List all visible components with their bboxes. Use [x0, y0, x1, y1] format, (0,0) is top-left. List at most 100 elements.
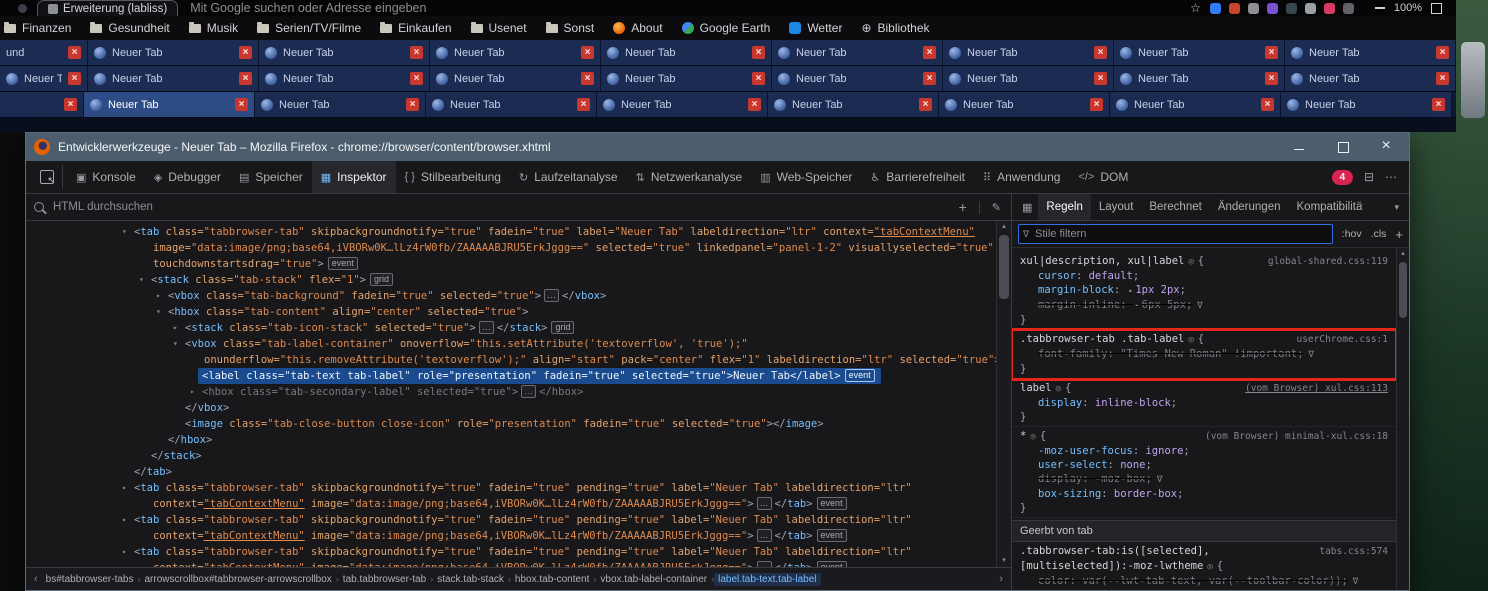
tab-close-button[interactable]: ×	[923, 46, 936, 59]
css-declaration[interactable]: cursor: default;	[1020, 269, 1388, 283]
pseudo-class-button[interactable]: :hov	[1342, 228, 1362, 240]
tool-tab-barrierefreiheit[interactable]: ♿Barrierefreiheit	[861, 161, 974, 193]
stylesheet-link[interactable]: global-shared.css:119	[1268, 255, 1388, 269]
tab-close-button[interactable]: ×	[752, 46, 765, 59]
scroll-up-arrow[interactable]: ▴	[1397, 248, 1409, 260]
tab-close-button[interactable]: ×	[235, 98, 248, 111]
expand-arrow-icon[interactable]: ▸	[122, 512, 134, 528]
scrollbar-thumb[interactable]	[1399, 262, 1407, 318]
tab-close-button[interactable]: ×	[581, 46, 594, 59]
markup-line[interactable]: </stack>	[26, 448, 996, 464]
css-declaration[interactable]: font-family: "Times New Roman" !importan…	[1020, 347, 1388, 362]
active-browser-tab[interactable]: Erweiterung (labliss)	[37, 0, 178, 16]
shorthand-expander-icon[interactable]: ▸	[1129, 286, 1134, 295]
devtools-titlebar[interactable]: Entwicklerwerkzeuge - Neuer Tab – Mozill…	[26, 133, 1409, 161]
markup-line[interactable]: context="tabContextMenu" image="data:ima…	[26, 560, 996, 567]
html-search-input[interactable]	[51, 200, 952, 214]
browser-tab[interactable]: Neuer Tab×	[259, 66, 430, 91]
bookmark-item[interactable]: Serien/TV/Filme	[257, 21, 361, 35]
collapsed-children-ellipsis[interactable]: …	[544, 289, 559, 302]
bookmark-star-icon[interactable]: ☆	[1190, 2, 1201, 14]
selector-highlighter-icon[interactable]: ◎	[1188, 333, 1193, 347]
zoom-indicator[interactable]: 100%	[1394, 2, 1422, 14]
markup-line[interactable]: context="tabContextMenu" image="data:ima…	[26, 528, 996, 544]
markup-line[interactable]: </hbox>	[26, 432, 996, 448]
overridden-filter-icon[interactable]: ∇	[1157, 473, 1162, 487]
collapsed-children-ellipsis[interactable]: …	[521, 385, 536, 398]
eyedropper-icon[interactable]: ✎	[979, 201, 1001, 214]
tab-close-button[interactable]: ×	[581, 72, 594, 85]
grid-badge[interactable]: grid	[551, 321, 574, 334]
tool-tab-konsole[interactable]: ▣Konsole	[67, 161, 145, 193]
extension-icon[interactable]	[1248, 3, 1259, 14]
bookmark-item[interactable]: About	[613, 21, 662, 35]
markup-line[interactable]: ▸<tab class="tabbrowser-tab" skipbackgro…	[26, 480, 996, 496]
tab-close-button[interactable]: ×	[1265, 72, 1278, 85]
scrollbar-thumb[interactable]	[999, 235, 1009, 299]
tool-tab-netzwerkanalyse[interactable]: ⇅Netzwerkanalyse	[627, 161, 752, 193]
tool-tab-laufzeitanalyse[interactable]: ↻Laufzeitanalyse	[510, 161, 627, 193]
scroll-up-arrow[interactable]: ▴	[997, 221, 1011, 233]
tool-tab-anwendung[interactable]: ⠿Anwendung	[974, 161, 1069, 193]
minimize-button[interactable]	[1277, 133, 1321, 161]
attr-link[interactable]: "tabContextMenu"	[204, 530, 305, 542]
browser-tab[interactable]: Neuer Tab×	[939, 92, 1110, 117]
expand-arrow-icon[interactable]: ▾	[156, 304, 168, 320]
tab-close-button[interactable]: ×	[406, 98, 419, 111]
markup-line[interactable]: onunderflow="this.removeAttribute('texto…	[26, 352, 996, 368]
bookmark-item[interactable]: Wetter	[789, 21, 842, 35]
browser-tab[interactable]: Neuer Tab×	[88, 40, 259, 65]
toolbox-menu-icon[interactable]: ⋯	[1385, 171, 1397, 183]
css-declaration[interactable]: display: -moz-box;∇	[1020, 472, 1388, 487]
tab-close-button[interactable]: ×	[1090, 98, 1103, 111]
bookmark-item[interactable]: Musik	[189, 21, 238, 35]
browser-tab[interactable]: Neuer Tab×	[430, 66, 601, 91]
markup-line[interactable]: </tab>	[26, 464, 996, 480]
sidebar-tab-layout[interactable]: Layout	[1091, 194, 1142, 220]
expand-arrow-icon[interactable]: ▸	[173, 320, 185, 336]
bookmark-item[interactable]: Bibliothek	[861, 19, 929, 37]
tab-close-button[interactable]: ×	[1432, 98, 1445, 111]
extension-icon[interactable]	[1267, 3, 1278, 14]
class-toggle-button[interactable]: .cls	[1371, 228, 1387, 240]
url-bar[interactable]	[188, 0, 752, 16]
browser-tab[interactable]: Neuer Tab×	[259, 40, 430, 65]
breadcrumb-item[interactable]: label.tab-text.tab-label	[714, 573, 820, 586]
css-declaration[interactable]: box-sizing: border-box;	[1020, 487, 1388, 501]
browser-tab[interactable]: Neuer Tab×	[0, 66, 88, 91]
collapsed-children-ellipsis[interactable]: …	[757, 497, 772, 510]
extension-icon[interactable]	[1343, 3, 1354, 14]
event-badge[interactable]: event	[328, 257, 358, 270]
browser-tab[interactable]: Neuer Tab×	[943, 40, 1114, 65]
breadcrumb-item[interactable]: tab.tabbrowser-tab	[339, 573, 430, 586]
tool-tab-web-speicher[interactable]: ▥Web-Speicher	[751, 161, 861, 193]
browser-tab[interactable]: Neuer Tab×	[1114, 66, 1285, 91]
selector-highlighter-icon[interactable]: ◎	[1207, 560, 1212, 574]
shorthand-expander-icon[interactable]: ▸	[1135, 301, 1140, 310]
bookmark-item[interactable]: Gesundheit	[90, 21, 169, 35]
browser-tab[interactable]: Neuer Tab×	[1110, 92, 1281, 117]
attr-link[interactable]: "tabContextMenu"	[874, 226, 975, 238]
sidebar-tab-kompatibilität[interactable]: Kompatibilität	[1289, 194, 1363, 220]
extension-icon[interactable]	[1229, 3, 1240, 14]
tab-close-button[interactable]: ×	[1094, 72, 1107, 85]
breadcrumb-item[interactable]: hbox.tab-content	[511, 573, 594, 586]
window-restore-icon[interactable]	[1431, 3, 1442, 14]
overridden-filter-icon[interactable]: ∇	[1309, 348, 1314, 362]
breadcrumb-scroll-right[interactable]: ›	[995, 573, 1007, 585]
expand-arrow-icon[interactable]: ▸	[122, 480, 134, 496]
breadcrumb-scroll-left[interactable]: ‹	[30, 573, 42, 585]
tab-close-button[interactable]: ×	[64, 98, 77, 111]
add-node-button[interactable]: +	[959, 200, 967, 214]
split-console-icon[interactable]: ⊟	[1364, 171, 1374, 183]
browser-tab[interactable]: Neuer Tab×	[768, 92, 939, 117]
markup-line[interactable]: image="data:image/png;base64,iVBORw0K…lL…	[26, 240, 996, 256]
close-button[interactable]	[1365, 133, 1409, 161]
markup-line[interactable]: </vbox>	[26, 400, 996, 416]
markup-line[interactable]: <image class="tab-close-button close-ico…	[26, 416, 996, 432]
event-badge[interactable]: event	[817, 529, 847, 542]
tab-close-button[interactable]: ×	[68, 72, 81, 85]
tab-close-button[interactable]: ×	[1265, 46, 1278, 59]
sidebar-tab-berechnet[interactable]: Berechnet	[1141, 194, 1209, 220]
tab-close-button[interactable]: ×	[1436, 72, 1449, 85]
